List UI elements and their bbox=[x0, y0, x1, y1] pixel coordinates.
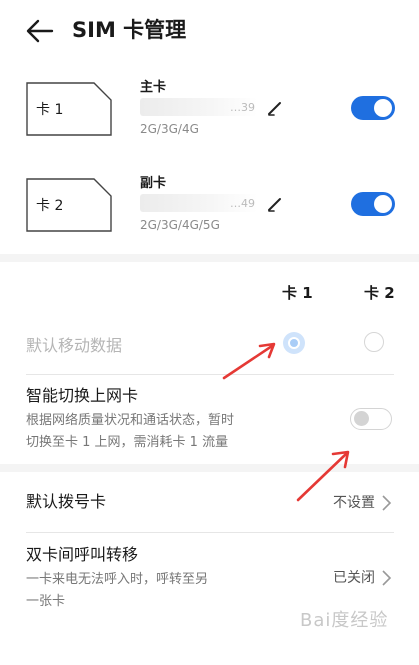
default-mobile-data-label: 默认移动数据 bbox=[26, 336, 123, 355]
smart-switch-label: 智能切换上网卡 bbox=[26, 386, 139, 405]
call-forward-description-line2: 一张卡 bbox=[26, 594, 66, 609]
default-data-card-2-radio[interactable] bbox=[364, 332, 384, 352]
sim-name: 副卡 bbox=[140, 176, 167, 191]
toggle-knob bbox=[354, 411, 369, 426]
sim-card-1-row[interactable]: 卡 1 主卡 …39 2G/3G/4G bbox=[0, 62, 419, 152]
annotation-arrow-icon bbox=[222, 342, 276, 380]
sim-card-2-row[interactable]: 卡 2 副卡 …49 2G/3G/4G/5G bbox=[0, 158, 419, 248]
chevron-right-icon bbox=[382, 570, 392, 586]
annotation-arrow-icon bbox=[296, 450, 350, 502]
sim-network-types: 2G/3G/4G/5G bbox=[140, 218, 220, 232]
sim-number-tail: …39 bbox=[230, 101, 255, 114]
toggle-knob bbox=[374, 195, 392, 213]
default-dial-card-row[interactable]: 默认拨号卡 不设置 bbox=[0, 472, 419, 532]
column-header-card-1: 卡 1 bbox=[282, 284, 313, 302]
default-data-card-1-radio[interactable] bbox=[283, 332, 305, 354]
call-forward-description-line1: 一卡来电无法呼入时，呼转至另 bbox=[26, 572, 209, 587]
sim-card-label: 卡 2 bbox=[36, 198, 64, 214]
column-header-card-2: 卡 2 bbox=[364, 284, 395, 302]
smart-switch-toggle[interactable] bbox=[350, 408, 392, 430]
sim-card-list: 卡 1 主卡 …39 2G/3G/4G 卡 2 副卡 …49 2G/3G/4G/… bbox=[0, 62, 419, 254]
divider bbox=[26, 374, 394, 375]
sim-number-tail: …49 bbox=[230, 197, 255, 210]
edit-pencil-icon[interactable] bbox=[265, 98, 285, 118]
edit-pencil-icon[interactable] bbox=[265, 194, 285, 214]
sim-network-types: 2G/3G/4G bbox=[140, 122, 199, 136]
toggle-knob bbox=[374, 99, 392, 117]
sim-name: 主卡 bbox=[140, 80, 167, 95]
sim-2-enable-toggle[interactable] bbox=[351, 192, 395, 216]
page-title: SIM 卡管理 bbox=[72, 18, 187, 42]
sim-card-label: 卡 1 bbox=[36, 102, 64, 118]
call-settings: 默认拨号卡 不设置 双卡间呼叫转移 一卡来电无法呼入时，呼转至另 一张卡 已关闭 bbox=[0, 472, 419, 665]
mobile-data-settings: 卡 1 卡 2 默认移动数据 智能切换上网卡 根据网络质量状况和通话状态，暂时 … bbox=[0, 262, 419, 464]
watermark: Bai度经验 bbox=[300, 610, 389, 631]
chevron-right-icon bbox=[382, 495, 392, 511]
back-arrow-icon[interactable] bbox=[26, 18, 54, 44]
default-dial-card-label: 默认拨号卡 bbox=[26, 492, 107, 511]
smart-switch-description-line1: 根据网络质量状况和通话状态，暂时 bbox=[26, 413, 235, 428]
top-app-bar: SIM 卡管理 bbox=[0, 0, 419, 62]
sim-1-enable-toggle[interactable] bbox=[351, 96, 395, 120]
call-forward-value: 已关闭 bbox=[333, 570, 375, 586]
call-forward-label: 双卡间呼叫转移 bbox=[26, 545, 139, 564]
smart-switch-description-line2: 切换至卡 1 上网，需消耗卡 1 流量 bbox=[26, 435, 229, 450]
